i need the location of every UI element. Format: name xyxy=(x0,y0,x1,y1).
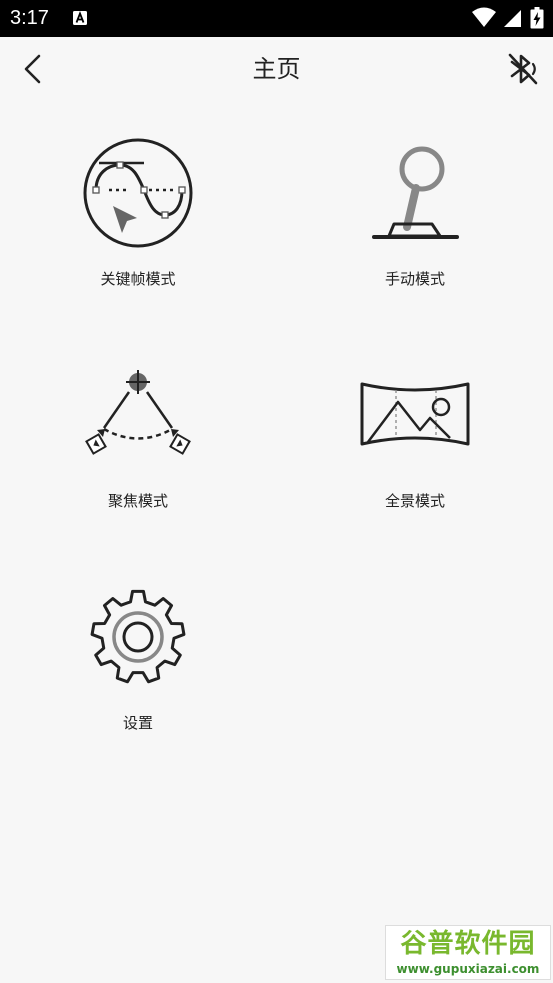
panorama-icon xyxy=(360,382,470,446)
bluetooth-button[interactable] xyxy=(503,49,543,89)
status-bar: 3:17 xyxy=(0,0,553,37)
menu-item-label: 全景模式 xyxy=(384,492,445,510)
watermark-url: www.gupuxiazai.com xyxy=(396,962,540,976)
font-a-icon xyxy=(73,11,87,25)
menu-item-manual[interactable]: 手动模式 xyxy=(315,138,515,328)
menu-item-label: 聚焦模式 xyxy=(107,492,168,510)
wifi-icon xyxy=(471,7,496,27)
watermark-brand: 谷普软件园 xyxy=(400,929,536,959)
menu-item-keyframe[interactable]: 关键帧模式 xyxy=(38,138,238,328)
page-title: 主页 xyxy=(252,55,301,83)
menu-item-label: 设置 xyxy=(122,714,153,732)
status-icons xyxy=(471,6,545,30)
focus-arc-icon xyxy=(85,370,191,455)
watermark-logo: 谷普软件园 www.gupuxiazai.com xyxy=(385,925,551,980)
menu-item-label: 手动模式 xyxy=(384,270,445,288)
signal-icon xyxy=(503,10,521,27)
joystick-icon xyxy=(372,146,459,239)
keyframe-curve-icon xyxy=(83,138,193,248)
menu-item-panorama[interactable]: 全景模式 xyxy=(315,360,515,550)
bluetooth-disabled-icon xyxy=(508,53,538,85)
status-time: 3:17 xyxy=(10,7,49,29)
menu-item-label: 关键帧模式 xyxy=(100,270,176,288)
menu-item-settings[interactable]: 设置 xyxy=(38,582,238,772)
battery-charging-icon xyxy=(530,7,544,29)
app-bar: 主页 xyxy=(0,37,553,103)
gear-icon xyxy=(90,589,186,684)
menu-item-focus[interactable]: 聚焦模式 xyxy=(38,360,238,550)
